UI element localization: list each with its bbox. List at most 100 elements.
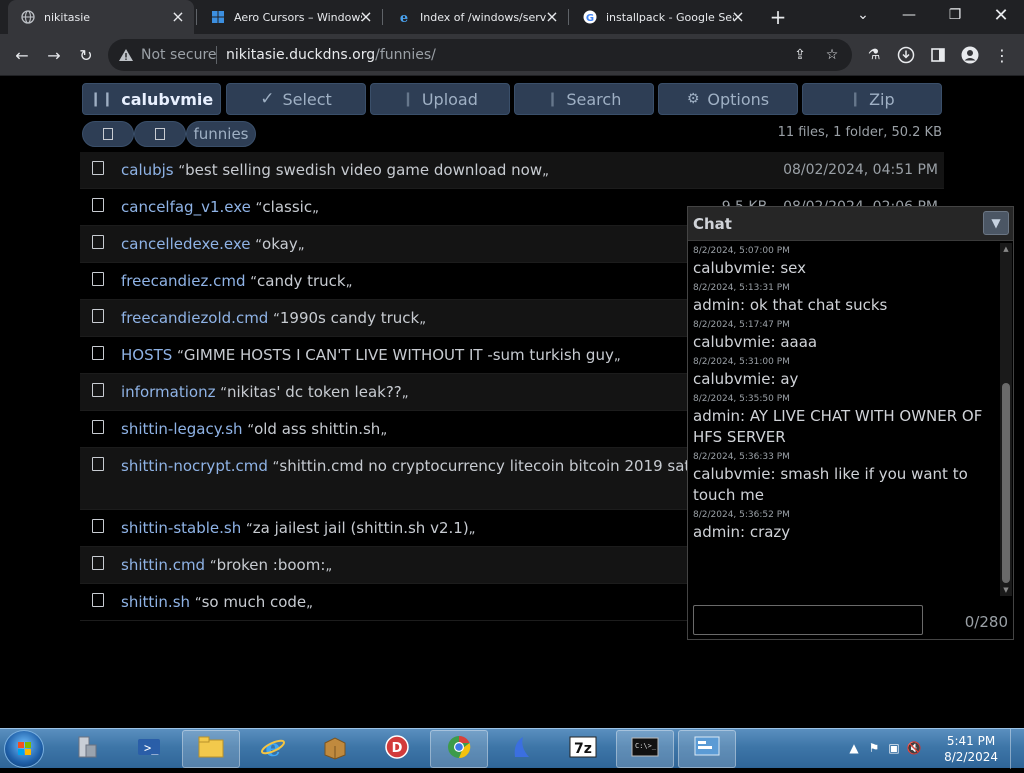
file-meta: 08/02/2024, 04:51 PM [783,162,938,178]
file-checkbox[interactable] [92,519,104,533]
close-icon[interactable]: × [544,9,560,25]
select-button[interactable]: ✓ Select [226,83,366,115]
file-name-link[interactable]: HOSTS [121,346,172,364]
open-quote-icon: “ [273,312,280,327]
taskbar-blue-shell[interactable] [492,730,550,768]
close-icon[interactable]: × [170,9,186,25]
scroll-up-icon[interactable]: ▲ [1002,245,1010,253]
file-checkbox[interactable] [92,161,104,175]
not-secure-label[interactable]: Not secure [141,47,217,63]
svg-text:C:\>_: C:\>_ [635,742,657,750]
new-tab-button[interactable]: + [766,5,790,29]
close-icon[interactable]: × [730,9,746,25]
file-name-link[interactable]: shittin.sh [121,593,190,611]
warning-triangle-icon[interactable] [118,47,134,63]
browser-tab-index-of[interactable]: e Index of /windows/serv × [384,0,568,34]
download-icon[interactable] [894,43,918,67]
taskbar-control-panel[interactable] [678,730,736,768]
restore-button[interactable]: ❐ [932,0,978,30]
open-quote-icon: “ [177,349,184,364]
file-checkbox[interactable] [92,346,104,360]
file-name-link[interactable]: informationz [121,383,215,401]
file-checkbox[interactable] [92,383,104,397]
scroll-down-icon[interactable]: ▼ [1002,586,1010,594]
side-panel-icon[interactable] [926,43,950,67]
close-icon[interactable]: × [358,9,374,25]
volume-muted-icon[interactable]: 🔇 [906,741,922,757]
file-checkbox[interactable] [92,272,104,286]
forward-button[interactable]: → [42,43,66,67]
open-quote-icon: “ [250,275,257,290]
taskbar-red-d-app[interactable]: D [368,730,426,768]
taskbar-package-installer[interactable] [306,730,364,768]
file-name-link[interactable]: shittin-stable.sh [121,519,241,537]
close-quote-icon: „ [468,522,476,537]
taskbar-powershell[interactable]: >_ [120,730,178,768]
breadcrumb-funnies[interactable]: funnies [186,121,256,147]
file-comment: shittin.cmd no cryptocurrency litecoin b… [279,457,717,475]
zip-icon: ❙ [849,91,862,107]
svg-text:G: G [586,13,594,24]
zip-button[interactable]: ❙ Zip [802,83,942,115]
profile-avatar-icon[interactable] [958,43,982,67]
share-icon[interactable]: ⇪ [790,45,810,65]
url-text[interactable]: nikitasie.duckdns.org/funnies/ [226,47,436,63]
breadcrumb-home[interactable] [82,121,134,147]
file-checkbox[interactable] [92,198,104,212]
start-button[interactable] [4,730,44,768]
tab-search-chevron-icon[interactable]: ⌄ [840,0,886,30]
browser-tab-google-search[interactable]: G installpack - Google Sea × [570,0,754,34]
back-button[interactable]: ← [10,43,34,67]
file-name-link[interactable]: cancelfag_v1.exe [121,198,251,216]
user-button[interactable]: ❙❙ calubvmie [82,83,221,115]
breadcrumb-parent[interactable] [134,121,186,147]
taskbar-server-manager[interactable] [58,730,116,768]
flag-icon[interactable]: ⚑ [866,741,882,757]
control-panel-icon [692,733,722,765]
file-name-link[interactable]: calubjs [121,161,174,179]
taskbar-clock[interactable]: 5:41 PM 8/2/2024 [944,733,998,765]
search-button[interactable]: ❙ Search [514,83,654,115]
taskbar-chrome[interactable] [430,730,488,768]
file-name-link[interactable]: cancelledexe.exe [121,235,251,253]
file-name-link[interactable]: shittin-legacy.sh [121,420,243,438]
browser-tab-aero-cursors[interactable]: Aero Cursors – Windows × [198,0,382,34]
svg-text:e: e [400,11,408,24]
file-checkbox[interactable] [92,420,104,434]
file-checkbox[interactable] [92,235,104,249]
taskbar-cmd[interactable]: C:\>_ [616,730,674,768]
chat-message: 8/2/2024, 5:13:31 PM admin: ok that chat … [688,279,1000,316]
chat-scrollbar[interactable]: ▲ ▼ [1000,243,1012,596]
chat-title: Chat [693,215,732,233]
upload-button[interactable]: ❙ Upload [370,83,510,115]
file-checkbox[interactable] [92,457,104,471]
file-checkbox[interactable] [92,593,104,607]
close-window-button[interactable]: ✕ [978,0,1024,30]
file-checkbox[interactable] [92,309,104,323]
file-checkbox[interactable] [92,556,104,570]
show-desktop-button[interactable] [1010,729,1024,769]
address-bar[interactable]: Not secure nikitasie.duckdns.org/funnies… [108,39,852,71]
close-quote-icon: „ [419,312,426,327]
file-name-link[interactable]: shittin.cmd [121,556,205,574]
kebab-menu-icon[interactable]: ⋮ [990,43,1014,67]
minimize-button[interactable]: — [886,0,932,30]
file-name-link[interactable]: freecandiezold.cmd [121,309,268,327]
collapse-chevron-icon[interactable]: ▼ [983,211,1009,235]
taskbar-7zip[interactable]: 7z [554,730,612,768]
file-name-link[interactable]: shittin-nocrypt.cmd [121,457,268,475]
browser-tab-nikitasie[interactable]: nikitasie × [8,0,194,34]
file-row[interactable]: calubjs “best selling swedish video game… [80,152,944,189]
taskbar-internet-explorer[interactable]: e [244,730,302,768]
chat-message-input[interactable] [693,605,923,635]
file-name-link[interactable]: freecandiez.cmd [121,272,245,290]
star-bookmark-icon[interactable]: ☆ [822,45,842,65]
options-button[interactable]: ⚙ Options [658,83,798,115]
lab-flask-icon[interactable]: ⚗ [862,43,886,67]
show-hidden-icons-arrow-icon[interactable]: ▲ [846,741,862,757]
reload-button[interactable]: ↻ [74,43,98,67]
taskbar-file-explorer[interactable] [182,730,240,768]
scrollbar-thumb[interactable] [1002,383,1010,583]
network-icon[interactable]: ▣ [886,741,902,757]
close-quote-icon: „ [297,238,305,253]
